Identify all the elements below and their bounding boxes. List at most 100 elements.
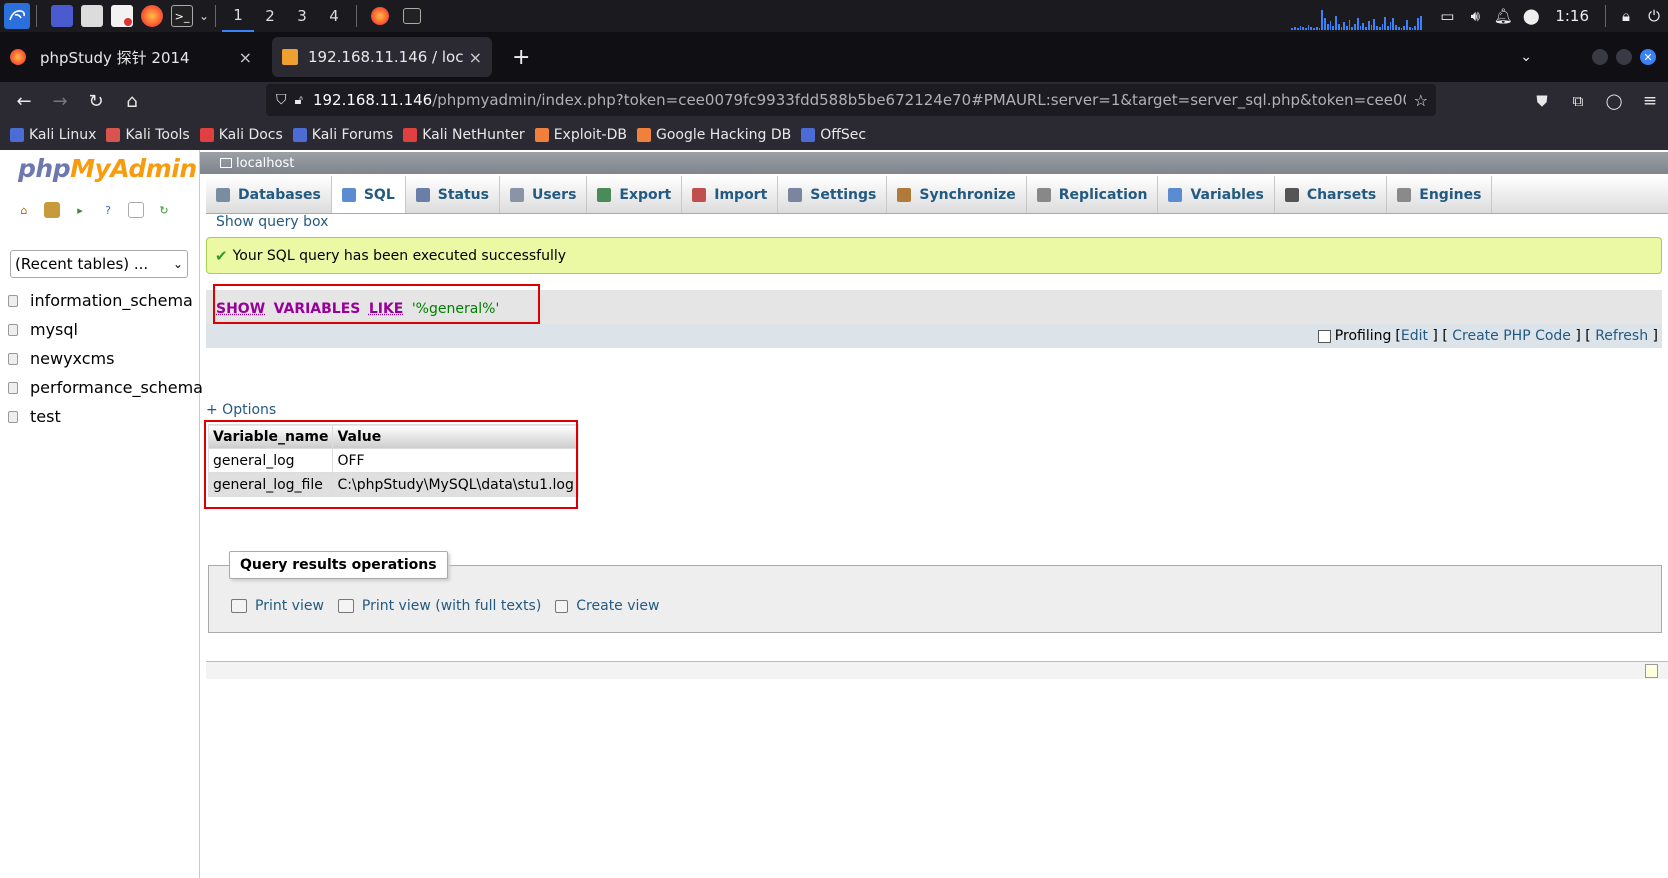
- tab-label: Status: [437, 186, 489, 203]
- tab-import[interactable]: Import: [682, 176, 779, 213]
- server-icon: [220, 158, 232, 168]
- tab-export[interactable]: Export: [587, 176, 683, 213]
- bookmark-star-icon[interactable]: ☆: [1414, 91, 1428, 110]
- tab-engines[interactable]: Engines: [1387, 176, 1493, 213]
- profiling-checkbox[interactable]: [1317, 329, 1331, 343]
- account-icon[interactable]: ◯: [1596, 83, 1632, 119]
- tab-synchronize[interactable]: Synchronize: [887, 176, 1027, 213]
- new-tab-button[interactable]: +: [512, 45, 530, 70]
- print-view-full-button[interactable]: Print view (with full texts): [337, 598, 541, 614]
- reload-icon[interactable]: ↻: [78, 83, 114, 119]
- volume-icon[interactable]: 🔊︎: [1461, 0, 1489, 32]
- pocket-icon[interactable]: ⛊: [1524, 83, 1560, 119]
- engines-icon: [1397, 187, 1412, 202]
- tab-phpmyadmin[interactable]: 192.168.11.146 / localhost ×: [272, 37, 492, 77]
- kali-menu-icon[interactable]: [4, 3, 30, 29]
- console-icon[interactable]: [1645, 664, 1658, 678]
- options-link[interactable]: + Options: [206, 402, 276, 418]
- recent-tables-select[interactable]: (Recent tables) ... ⌄: [10, 250, 188, 278]
- bookmark-item[interactable]: Kali Forums: [292, 127, 393, 143]
- display-icon[interactable]: ▭: [1433, 0, 1461, 32]
- database-icon: [8, 381, 18, 394]
- forward-arrow-icon[interactable]: →: [42, 83, 78, 119]
- home-icon[interactable]: ⌂: [16, 202, 32, 218]
- print-view-button[interactable]: Print view: [231, 598, 324, 614]
- synchronize-icon: [897, 187, 912, 202]
- show-query-box-link[interactable]: Show query box: [216, 214, 328, 230]
- bookmark-item[interactable]: Kali Linux: [10, 127, 96, 143]
- database-item[interactable]: newyxcms: [8, 344, 203, 373]
- power-icon[interactable]: ⏻: [1640, 0, 1668, 32]
- bookmark-item[interactable]: OffSec: [801, 127, 866, 143]
- cpu-graph-bar: [1362, 23, 1365, 30]
- bookmark-item[interactable]: Kali Tools: [106, 127, 190, 143]
- network-icon[interactable]: ⬤: [1517, 0, 1545, 32]
- terminal-icon[interactable]: >_: [171, 5, 193, 27]
- text-editor-icon[interactable]: [111, 5, 133, 27]
- minimize-button[interactable]: [1592, 49, 1608, 65]
- tab-charsets[interactable]: Charsets: [1275, 176, 1388, 213]
- menu-icon[interactable]: ≡: [1632, 83, 1668, 119]
- shield-icon[interactable]: ⛉: [276, 92, 287, 108]
- back-arrow-icon[interactable]: ←: [6, 83, 42, 119]
- bookmark-item[interactable]: Exploit-DB: [534, 127, 627, 143]
- workspace-2[interactable]: 2: [254, 0, 286, 32]
- kali-tools-icon: [106, 128, 121, 142]
- tab-replication[interactable]: Replication: [1027, 176, 1159, 213]
- tab-status[interactable]: Status: [406, 176, 500, 213]
- documentation-icon[interactable]: [128, 202, 144, 218]
- lock-icon[interactable]: 🔒︎: [1612, 0, 1640, 32]
- close-icon[interactable]: ×: [469, 48, 482, 67]
- tab-variables[interactable]: Variables: [1158, 176, 1275, 213]
- ghdb-icon: [636, 128, 651, 142]
- bookmark-item[interactable]: Kali Docs: [199, 127, 283, 143]
- tab-phpstudy[interactable]: phpStudy 探针 2014 ×: [0, 37, 262, 77]
- desktop-icon[interactable]: [51, 5, 73, 27]
- tab-settings[interactable]: Settings: [778, 176, 888, 213]
- database-item[interactable]: information_schema: [8, 286, 203, 315]
- create-view-button[interactable]: Create view: [555, 598, 660, 614]
- file-manager-icon[interactable]: [81, 5, 103, 27]
- refresh-link[interactable]: Refresh: [1595, 328, 1648, 344]
- url-text[interactable]: 192.168.11.146/phpmyadmin/index.php?toke…: [313, 91, 1406, 109]
- database-name: newyxcms: [30, 349, 115, 368]
- reload-icon[interactable]: ↻: [156, 202, 172, 218]
- tab-users[interactable]: Users: [500, 176, 588, 213]
- bracket: ] [: [1570, 328, 1596, 344]
- extensions-icon[interactable]: ⧉: [1560, 83, 1596, 119]
- bookmark-item[interactable]: Google Hacking DB: [636, 127, 791, 143]
- tab-sql[interactable]: SQL: [331, 176, 406, 213]
- workspace-4[interactable]: 4: [318, 0, 350, 32]
- list-all-tabs-icon[interactable]: ⌄: [1520, 49, 1532, 65]
- database-icon: [8, 323, 18, 336]
- lock-icon[interactable]: 🔓︎: [295, 93, 303, 108]
- edit-link[interactable]: Edit: [1401, 328, 1428, 344]
- logout-icon[interactable]: [44, 202, 60, 218]
- notification-bell-icon[interactable]: 🔔︎: [1489, 0, 1517, 32]
- firefox-window-icon[interactable]: [371, 7, 390, 25]
- terminal-window-icon[interactable]: [403, 8, 422, 24]
- home-icon[interactable]: ⌂: [114, 83, 150, 119]
- maximize-button[interactable]: [1616, 49, 1632, 65]
- chevron-down-icon[interactable]: ⌄: [199, 9, 209, 23]
- close-icon[interactable]: ×: [239, 48, 252, 67]
- cpu-graph-bar: [1389, 22, 1392, 30]
- query-window-icon[interactable]: ▸: [72, 202, 88, 218]
- workspace-1[interactable]: 1: [222, 0, 255, 32]
- bookmark-item[interactable]: Kali NetHunter: [403, 127, 525, 143]
- clock[interactable]: 1:16: [1555, 7, 1589, 25]
- url-bar[interactable]: ⛉ 🔓︎ 192.168.11.146/phpmyadmin/index.php…: [266, 84, 1436, 116]
- window-close-button[interactable]: ✕: [1640, 49, 1656, 65]
- help-icon[interactable]: ?: [100, 202, 116, 218]
- database-item[interactable]: performance_schema: [8, 373, 203, 402]
- tab-databases[interactable]: Databases: [206, 176, 332, 213]
- server-link[interactable]: localhost: [236, 156, 294, 171]
- database-item[interactable]: mysql: [8, 315, 203, 344]
- create-php-code-link[interactable]: Create PHP Code: [1452, 328, 1571, 344]
- database-item[interactable]: test: [8, 402, 203, 431]
- phpmyadmin-logo[interactable]: phpMyAdmin: [18, 154, 197, 183]
- system-taskbar: >_ ⌄ 1 2 3 4 ▭ 🔊︎ 🔔︎ ⬤ 1:16 🔒︎ ⏻: [0, 0, 1668, 32]
- workspace-3[interactable]: 3: [286, 0, 318, 32]
- tab-label: Variables: [1190, 186, 1264, 203]
- firefox-icon[interactable]: [141, 5, 163, 27]
